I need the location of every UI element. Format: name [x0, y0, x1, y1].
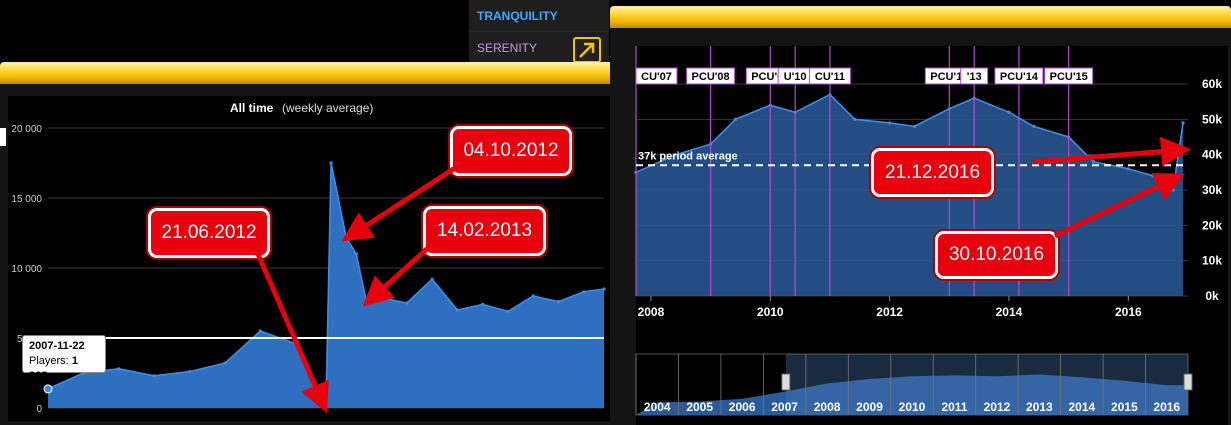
callout-30-10-2016: 30.10.2016	[935, 231, 1058, 279]
y-tick-label: 30k	[1202, 183, 1222, 197]
x-tick-label: 2012	[876, 305, 903, 319]
panel-header-bar[interactable]	[0, 62, 626, 84]
data-point	[223, 361, 227, 365]
average-label: 37k period average	[638, 150, 738, 162]
y-tick-label: 20k	[1202, 218, 1222, 232]
navigator-year-label: 2011	[941, 400, 967, 414]
y-tick-label: 60k	[1202, 77, 1222, 91]
data-point	[582, 290, 586, 294]
pcu-label: PCU'14	[1000, 71, 1039, 83]
data-point	[1126, 167, 1130, 171]
data-point	[354, 252, 358, 256]
data-point	[329, 161, 333, 165]
tooltip-date: 2007-11-22	[29, 340, 85, 352]
callout-14-02-2013: 14.02.2013	[423, 206, 546, 256]
data-tooltip: 2007-11-22 Players: 1 362	[22, 335, 106, 382]
data-point	[294, 342, 298, 346]
callout-21-06-2012: 21.06.2012	[148, 208, 270, 258]
navigator-year-label: 2004	[644, 400, 671, 414]
navigator-year-label: 2015	[1111, 400, 1138, 414]
data-point	[733, 117, 738, 121]
data-point	[1032, 124, 1036, 128]
data-point	[152, 374, 156, 378]
x-tick-label: 2008	[638, 305, 665, 319]
navigator-year-label: 2010	[899, 400, 926, 414]
y-tick-label: 20 000	[11, 124, 42, 135]
data-point	[556, 300, 561, 304]
y-tick-label: 15 000	[11, 194, 42, 205]
data-point	[455, 308, 460, 312]
data-point	[258, 329, 262, 333]
pcu-label: '13	[967, 71, 982, 83]
navigator-year-label: 2008	[814, 400, 841, 414]
data-point	[405, 301, 409, 305]
navigator-year-label: 2016	[1153, 400, 1180, 414]
y-tick-label: 10k	[1202, 254, 1222, 268]
navigator-handle-right[interactable]	[1183, 373, 1193, 391]
data-point	[324, 402, 328, 406]
data-point	[602, 287, 606, 291]
data-point	[1171, 188, 1175, 192]
panel-header-bar[interactable]	[610, 6, 1231, 28]
pcu-label: CU'07	[641, 71, 672, 83]
data-point	[912, 124, 917, 128]
data-point	[1181, 121, 1185, 125]
pcu-label: PCU'15	[1050, 71, 1088, 83]
data-point	[117, 367, 121, 371]
data-point	[888, 121, 892, 125]
y-tick-label: 40k	[1202, 148, 1222, 162]
navigator-year-label: 2009	[856, 400, 883, 414]
chart-title: All time	[230, 101, 274, 115]
navigator-handle-left[interactable]	[781, 373, 791, 391]
x-tick-label: 2010	[757, 305, 784, 319]
data-point	[344, 235, 348, 239]
navigator-year-label: 2007	[771, 400, 798, 414]
data-point	[1091, 160, 1096, 164]
y-tick-label: 0	[36, 404, 42, 415]
x-tick-label: 2014	[996, 305, 1023, 319]
pcu-label: CU'11	[815, 71, 845, 83]
data-point	[430, 277, 434, 281]
data-point	[385, 297, 389, 301]
arrow-up-right-icon	[579, 42, 595, 58]
data-point	[506, 309, 510, 313]
pcu-chart: 60k 50k 40k 30k 20k 10k 0k 2008 2010 2012 2014 2016…	[634, 46, 1228, 425]
y-tick-label: 50k	[1202, 112, 1222, 126]
callout-04-10-2012: 04.10.2012	[450, 126, 572, 176]
navigator-year-label: 2013	[1026, 400, 1053, 414]
y-tick-label: 10 000	[11, 264, 42, 275]
callout-21-12-2016: 21.12.2016	[871, 148, 994, 197]
x-tick-label: 2016	[1115, 305, 1142, 319]
tab-tranquility[interactable]: TRANQUILITY	[477, 9, 558, 23]
navigator-year-label: 2014	[1068, 400, 1095, 414]
scroll-handle[interactable]	[0, 128, 6, 146]
data-point	[531, 294, 535, 298]
data-point	[1007, 110, 1011, 114]
expand-button[interactable]	[573, 37, 601, 63]
tooltip-label: Players:	[29, 355, 69, 367]
hover-marker	[43, 384, 53, 394]
data-point	[1151, 174, 1155, 178]
y-tick-label: 0k	[1205, 289, 1219, 303]
pcu-label: U'10	[784, 71, 807, 83]
data-point	[853, 117, 857, 121]
data-point	[364, 300, 369, 304]
navigator-year-label: 2012	[984, 400, 1011, 414]
tab-divider	[469, 31, 609, 32]
chart-subtitle: (weekly average)	[282, 101, 373, 115]
navigator-year-label: 2006	[729, 400, 756, 414]
data-point	[187, 370, 192, 374]
navigator-year-label: 2005	[686, 400, 713, 414]
tab-serenity[interactable]: SERENITY	[477, 41, 537, 55]
data-point	[481, 302, 485, 306]
pcu-label: PCU'08	[692, 71, 730, 83]
